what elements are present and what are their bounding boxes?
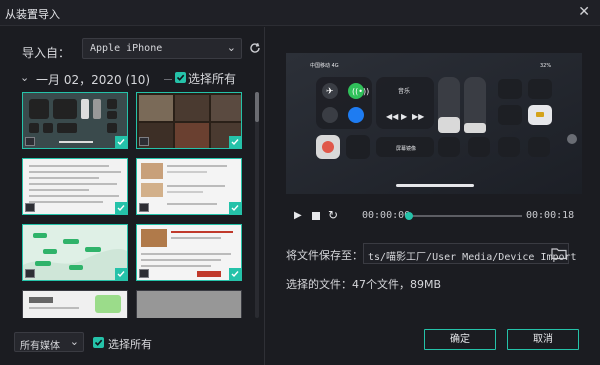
image-type-icon: [25, 137, 35, 146]
image-type-icon: [25, 203, 35, 212]
select-all-label-top: 选择所有: [188, 72, 237, 86]
timeline-slider[interactable]: [405, 212, 522, 220]
checkmark-icon[interactable]: [115, 202, 127, 214]
checkmark-icon[interactable]: [229, 202, 241, 214]
device-dropdown[interactable]: Apple iPhone ⌄: [82, 38, 242, 59]
image-type-icon: [139, 137, 149, 146]
thumbnail-grid: [18, 92, 252, 318]
stop-icon[interactable]: [312, 212, 320, 220]
thumbnail-item[interactable]: [136, 158, 242, 215]
chevron-down-icon: ⌄: [226, 41, 236, 54]
chevron-down-icon: ⌄: [69, 335, 79, 348]
chevron-down-icon[interactable]: ⌄: [20, 71, 29, 84]
svg-text:((•)): ((•)): [352, 87, 369, 96]
thumbnail-scrollbar[interactable]: [255, 92, 259, 318]
save-path-value: ts/喵影工厂/User Media/Device Import: [368, 252, 577, 263]
svg-text:✈: ✈: [326, 87, 334, 97]
select-all-checkbox-top[interactable]: [175, 72, 186, 83]
play-icon[interactable]: ▶: [294, 210, 302, 221]
thumbnail-item[interactable]: [22, 92, 128, 149]
select-all-checkbox-bottom[interactable]: [93, 337, 104, 348]
refresh-icon[interactable]: [248, 41, 262, 55]
checkmark-icon[interactable]: [229, 136, 241, 148]
folder-icon[interactable]: [551, 246, 567, 260]
thumbnail-item[interactable]: [136, 92, 242, 149]
svg-text:◀◀: ◀◀: [386, 112, 399, 121]
svg-text:▶▶: ▶▶: [412, 112, 425, 121]
cancel-button[interactable]: 取消: [507, 329, 579, 350]
checkmark-icon[interactable]: [229, 268, 241, 280]
timeline-handle[interactable]: [405, 212, 413, 220]
image-type-icon: [139, 203, 149, 212]
svg-text:音乐: 音乐: [398, 87, 410, 95]
svg-text:屏幕镜像: 屏幕镜像: [396, 145, 416, 152]
import-from-label: 导入自：: [22, 46, 71, 60]
checkmark-icon[interactable]: [115, 136, 127, 148]
date-separator: [164, 79, 172, 80]
thumbnail-item[interactable]: [136, 290, 242, 318]
close-icon[interactable]: ✕: [578, 4, 590, 20]
selected-files-summary: 选择的文件：47个文件，89MB: [286, 278, 442, 291]
device-dropdown-value: Apple iPhone: [90, 43, 163, 54]
thumbnail-item[interactable]: [22, 158, 128, 215]
thumbnail-item[interactable]: [22, 224, 128, 281]
media-filter-value: 所有媒体: [20, 341, 60, 352]
image-type-icon: [139, 269, 149, 278]
save-path-field[interactable]: ts/喵影工厂/User Media/Device Import: [363, 243, 577, 264]
thumbnail-item[interactable]: [136, 224, 242, 281]
pane-divider: [264, 27, 265, 365]
thumbnail-item[interactable]: [22, 290, 128, 318]
end-time: 00:00:18: [526, 210, 575, 221]
playback-controls: ▶ ↻ 00:00:00 00:00:18: [286, 208, 582, 224]
image-type-icon: [25, 269, 35, 278]
svg-text:中国移动 4G: 中国移动 4G: [310, 62, 339, 69]
scrollbar-thumb[interactable]: [255, 92, 259, 122]
window-title: 从装置导入: [5, 8, 60, 21]
title-bar: 从装置导入 ✕: [0, 0, 600, 26]
date-group-label: 一月 02，2020 (10): [36, 73, 151, 87]
svg-text:▶: ▶: [401, 112, 408, 121]
checkmark-icon[interactable]: [115, 268, 127, 280]
media-filter-dropdown[interactable]: 所有媒体 ⌄: [14, 332, 84, 352]
loop-icon[interactable]: ↻: [328, 208, 338, 222]
save-to-label: 将文件保存至：: [286, 249, 363, 262]
ok-button[interactable]: 确定: [424, 329, 496, 350]
select-all-label-bottom: 选择所有: [108, 338, 152, 351]
current-time: 00:00:00: [362, 210, 411, 221]
preview-area: ✈ ((•)) 音乐 ◀◀ ▶ ▶▶ 屏幕镜像 中国移动 4G 32%: [286, 53, 582, 194]
svg-text:32%: 32%: [540, 63, 551, 69]
